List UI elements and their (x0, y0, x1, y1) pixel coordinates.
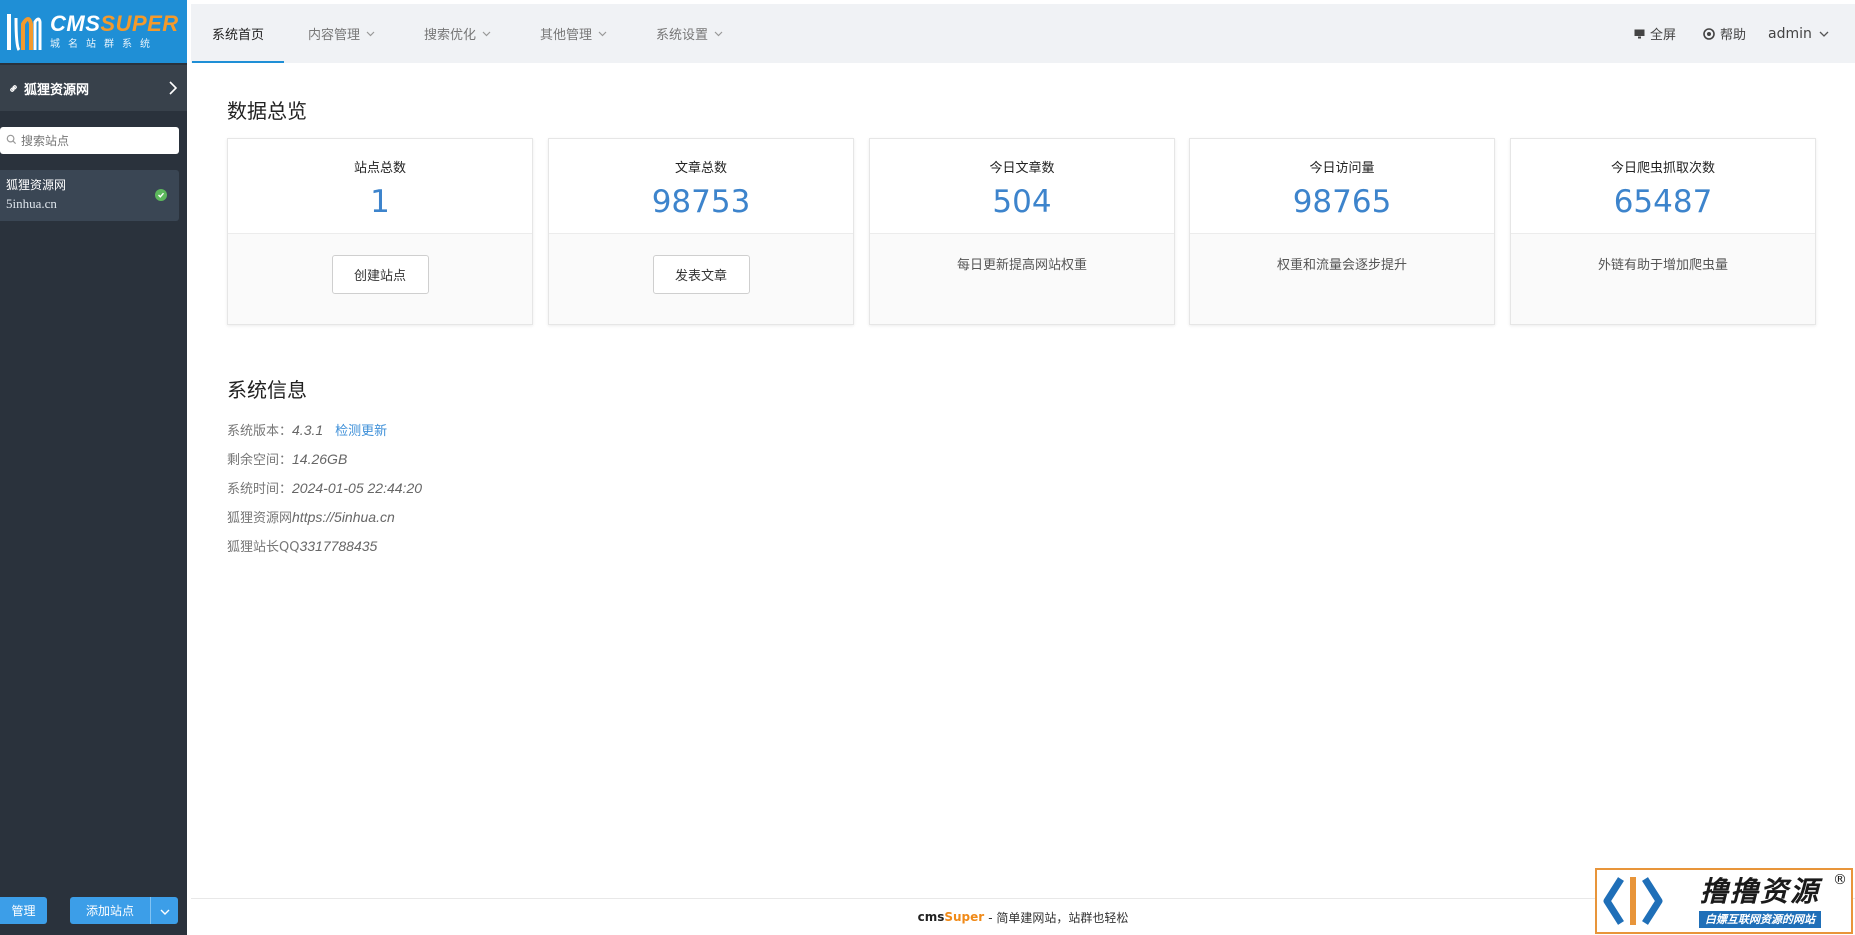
logo-mark-icon (4, 8, 44, 56)
info-value: https://5inhua.cn (292, 509, 395, 525)
footer-brand-a: cms (917, 910, 945, 924)
stat-label: 今日文章数 (989, 161, 1055, 176)
footer-brand-b: Super (944, 910, 985, 924)
info-row-qq: 狐狸站长QQ 3317788435 (227, 536, 377, 555)
info-label: 狐狸站长QQ (227, 540, 300, 555)
check-update-link[interactable]: 检测更新 (335, 420, 387, 439)
info-value: 14.26GB (292, 451, 348, 467)
watermark-badge: 撸撸资源 白嫖互联网资源的网站 ® (1595, 868, 1853, 934)
stat-description: 每日更新提高网站权重 (956, 258, 1087, 273)
chevron-down-icon (598, 31, 607, 37)
nav-tab-label: 搜索优化 (424, 28, 477, 43)
stat-description: 权重和流量会逐步提升 (1276, 258, 1407, 273)
nav-tab-seo[interactable]: 搜索优化 (424, 4, 491, 63)
nav-tab-home[interactable]: 系统首页 (191, 4, 285, 63)
manage-button[interactable]: 管理 (0, 897, 47, 924)
site-list: 狐狸资源网 5inhua.cn (0, 154, 187, 221)
stat-card-crawler: 今日爬虫抓取次数 65487 外链有助于增加爬虫量 (1510, 138, 1816, 325)
sidebar: CMSSUPER 城名站群系统 狐狸资源网 狐狸资源网 5inhua.cn (0, 0, 187, 935)
stat-label: 站点总数 (353, 161, 406, 176)
publish-article-button[interactable]: 发表文章 (652, 255, 750, 294)
stat-label: 文章总数 (674, 161, 727, 176)
site-search-box[interactable] (0, 127, 179, 154)
stat-description: 外链有助于增加爬虫量 (1597, 258, 1728, 273)
user-menu[interactable]: admin (1768, 4, 1829, 63)
footer-text: - 简单建网站，站群也轻松 (988, 910, 1129, 925)
site-search-input[interactable] (21, 133, 171, 148)
info-row-version: 系统版本： 4.3.1 检测更新 (227, 420, 387, 439)
nav-tab-other[interactable]: 其他管理 (540, 4, 607, 63)
chevron-right-icon[interactable] (169, 81, 179, 95)
info-label: 狐狸资源网 (227, 511, 293, 526)
info-row-site-url: 狐狸资源网 https://5inhua.cn (227, 507, 395, 526)
current-site-header[interactable]: 狐狸资源网 (0, 65, 187, 111)
chevron-down-icon (714, 31, 723, 37)
stat-value: 98765 (1292, 184, 1392, 220)
help-label: 帮助 (1720, 28, 1747, 43)
logo-title: CMSSUPER (50, 10, 179, 36)
nav-tab-label: 系统设置 (656, 28, 709, 43)
watermark-title: 撸撸资源 (1699, 874, 1820, 908)
nav-tab-content[interactable]: 内容管理 (308, 4, 375, 63)
monitor-icon (1634, 29, 1645, 39)
nav-tab-label: 内容管理 (308, 28, 361, 43)
site-item-domain: 5inhua.cn (6, 196, 57, 211)
status-check-icon (155, 189, 167, 201)
stat-card-today-visits: 今日访问量 98765 权重和流量会逐步提升 (1189, 138, 1495, 325)
watermark-subtitle: 白嫖互联网资源的网站 (1699, 910, 1821, 928)
main-content: 数据总览 站点总数 1 创建站点 文章总数 98753 发表文章 今日文章数 5… (191, 63, 1855, 898)
help-icon (1703, 27, 1715, 40)
search-icon (6, 133, 17, 149)
create-site-button[interactable]: 创建站点 (331, 255, 429, 294)
overview-title: 数据总览 (227, 99, 307, 123)
info-value: 3317788435 (299, 538, 378, 554)
add-site-dropdown-button[interactable] (150, 897, 178, 924)
registered-mark: ® (1833, 872, 1847, 888)
user-name: admin (1768, 25, 1812, 42)
chevron-down-icon (160, 903, 170, 918)
stat-label: 今日爬虫抓取次数 (1610, 161, 1715, 176)
system-info-title: 系统信息 (227, 378, 307, 402)
current-site-name: 狐狸资源网 (24, 82, 90, 98)
info-row-time: 系统时间： 2024-01-05 22:44:20 (227, 478, 422, 497)
chevron-down-icon (1819, 31, 1829, 37)
stat-value: 504 (992, 184, 1052, 220)
nav-tab-label: 其他管理 (540, 28, 593, 43)
top-navigation: 系统首页 内容管理 搜索优化 其他管理 系统设置 全屏 帮助 admin (191, 4, 1855, 63)
link-icon (8, 83, 20, 94)
site-item-name: 狐狸资源网 (6, 178, 67, 192)
info-value: 2024-01-05 22:44:20 (292, 480, 423, 496)
watermark-logo-icon (1597, 870, 1669, 932)
stat-value: 1 (370, 184, 390, 220)
chevron-down-icon (482, 31, 491, 37)
stat-label: 今日访问量 (1309, 161, 1375, 176)
help-button[interactable]: 帮助 (1703, 4, 1746, 63)
info-value: 4.3.1 (292, 422, 324, 438)
fullscreen-button[interactable]: 全屏 (1634, 4, 1676, 63)
stat-value: 98753 (651, 184, 751, 220)
logo-subtitle: 城名站群系统 (50, 38, 158, 50)
stat-value: 65487 (1613, 184, 1713, 220)
nav-tab-label: 系统首页 (212, 28, 265, 43)
stat-card-articles: 文章总数 98753 发表文章 (548, 138, 854, 325)
info-label: 系统版本： (227, 424, 293, 439)
nav-tab-settings[interactable]: 系统设置 (656, 4, 723, 63)
stat-card-sites: 站点总数 1 创建站点 (227, 138, 533, 325)
info-label: 系统时间： (227, 482, 293, 497)
info-row-space: 剩余空间： 14.26GB (227, 449, 347, 468)
app-logo[interactable]: CMSSUPER 城名站群系统 (0, 0, 187, 63)
add-site-button[interactable]: 添加站点 (70, 897, 150, 924)
stat-card-today-articles: 今日文章数 504 每日更新提高网站权重 (869, 138, 1175, 325)
site-list-item[interactable]: 狐狸资源网 5inhua.cn (0, 170, 179, 221)
info-label: 剩余空间： (227, 453, 293, 468)
chevron-down-icon (366, 31, 375, 37)
fullscreen-label: 全屏 (1650, 28, 1677, 43)
